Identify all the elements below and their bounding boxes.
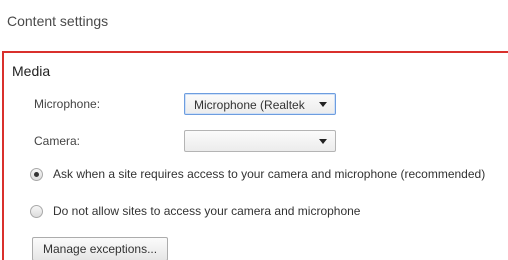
section-title: Media	[12, 63, 51, 79]
chevron-down-icon	[319, 139, 327, 144]
ask-permission-label: Ask when a site requires access to your …	[53, 167, 486, 181]
microphone-label: Microphone:	[34, 97, 101, 111]
content-settings-page: Content settings Media Microphone: Micro…	[0, 0, 508, 260]
manage-exceptions-button[interactable]: Manage exceptions...	[32, 237, 169, 260]
chevron-down-icon	[319, 102, 327, 107]
radio-unselected-icon[interactable]	[30, 204, 43, 218]
media-section: Media Microphone: Microphone (Realtek Ca…	[2, 51, 508, 260]
block-access-option[interactable]: Do not allow sites to access your camera…	[30, 204, 360, 218]
page-title: Content settings	[7, 13, 109, 29]
camera-select[interactable]	[184, 130, 336, 152]
block-access-label: Do not allow sites to access your camera…	[53, 204, 361, 218]
ask-permission-option[interactable]: Ask when a site requires access to your …	[30, 167, 485, 181]
microphone-select-value: Microphone (Realtek	[194, 98, 305, 112]
camera-label: Camera:	[34, 134, 81, 148]
microphone-select[interactable]: Microphone (Realtek	[184, 93, 336, 115]
radio-selected-icon[interactable]	[30, 167, 43, 181]
